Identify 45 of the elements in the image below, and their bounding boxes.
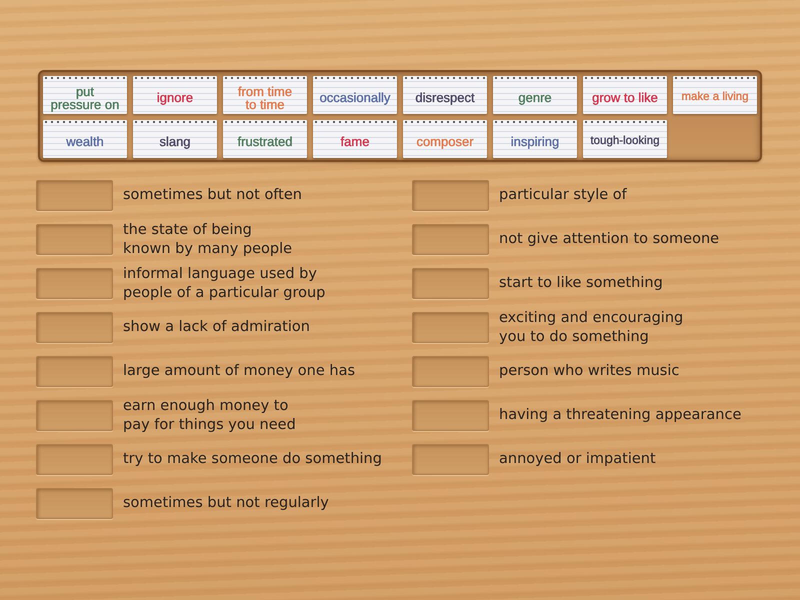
word-card[interactable]: frustrated bbox=[223, 120, 307, 158]
answer-box[interactable] bbox=[412, 356, 489, 387]
answer-box[interactable] bbox=[36, 444, 113, 475]
definition-text: sometimes but not regularly bbox=[123, 494, 329, 513]
definition-text: informal language used by people of a particular group bbox=[123, 264, 326, 302]
answer-box[interactable] bbox=[36, 224, 113, 255]
answer-box[interactable] bbox=[412, 224, 489, 255]
answer-box[interactable] bbox=[412, 400, 489, 431]
word-card[interactable]: put pressure on bbox=[43, 76, 127, 114]
answer-box[interactable] bbox=[412, 444, 489, 475]
definition-text: annoyed or impatient bbox=[499, 450, 656, 469]
word-card[interactable]: make a living bbox=[673, 76, 757, 114]
definition-text: exciting and encouraging you to do something bbox=[499, 308, 684, 346]
word-card[interactable]: disrespect bbox=[403, 76, 487, 114]
definition-text: person who writes music bbox=[499, 362, 680, 381]
answer-box[interactable] bbox=[36, 400, 113, 431]
answer-box[interactable] bbox=[412, 268, 489, 299]
definition-text: earn enough money to pay for things you need bbox=[123, 396, 296, 434]
definition-text: sometimes but not often bbox=[123, 186, 302, 205]
word-card[interactable]: wealth bbox=[43, 120, 127, 158]
definition-text: having a threatening appearance bbox=[499, 406, 742, 425]
definition-text: show a lack of admiration bbox=[123, 318, 310, 337]
answer-box[interactable] bbox=[412, 312, 489, 343]
definition-text: large amount of money one has bbox=[123, 362, 356, 381]
word-card[interactable]: inspiring bbox=[493, 120, 577, 158]
word-card[interactable]: tough-looking bbox=[583, 120, 667, 158]
word-card[interactable]: fame bbox=[313, 120, 397, 158]
answer-box[interactable] bbox=[36, 268, 113, 299]
answer-box[interactable] bbox=[36, 356, 113, 387]
definition-text: the state of being known by many people bbox=[123, 220, 292, 258]
word-card[interactable]: ignore bbox=[133, 76, 217, 114]
definition-text: start to like something bbox=[499, 274, 663, 293]
word-card[interactable]: from time to time bbox=[223, 76, 307, 114]
definition-text: try to make someone do something bbox=[123, 450, 382, 469]
word-card[interactable]: genre bbox=[493, 76, 577, 114]
word-card[interactable]: composer bbox=[403, 120, 487, 158]
answer-box[interactable] bbox=[36, 488, 113, 519]
answer-box[interactable] bbox=[36, 180, 113, 211]
answer-box[interactable] bbox=[412, 180, 489, 211]
word-card[interactable]: slang bbox=[133, 120, 217, 158]
answer-box[interactable] bbox=[36, 312, 113, 343]
definition-text: not give attention to someone bbox=[499, 230, 720, 249]
definition-text: particular style of bbox=[499, 186, 627, 205]
word-card[interactable]: grow to like bbox=[583, 76, 667, 114]
word-card[interactable]: occasionally bbox=[313, 76, 397, 114]
